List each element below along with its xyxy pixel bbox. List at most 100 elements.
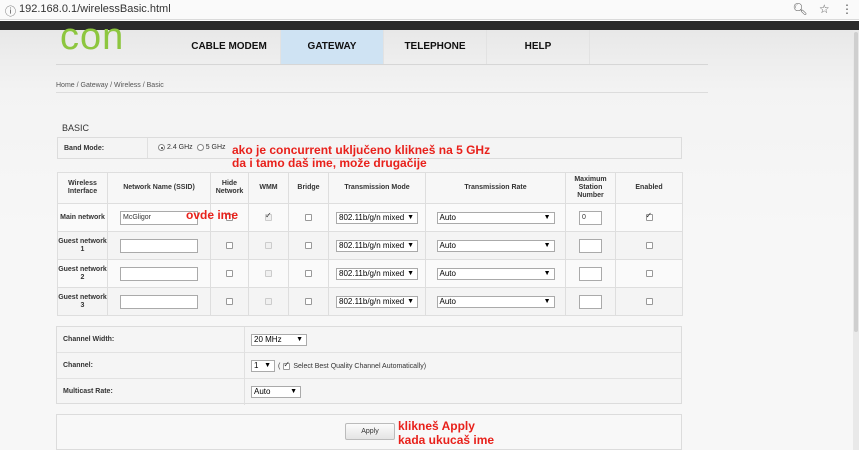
tab-help[interactable]: HELP [487,30,590,64]
enabled-checkbox[interactable] [645,241,653,249]
annotation-top-line2: da i tamo daš ime, može drugačije [232,156,427,170]
apply-button[interactable]: Apply [345,423,395,440]
main-nav: CABLE MODEM GATEWAY TELEPHONE HELP [178,30,590,64]
row-label: Guest network 2 [57,259,108,288]
chevron-down-icon: ▼ [407,269,414,277]
zoom-icon[interactable]: 🔍︎ [792,2,807,16]
browser-address-bar: ⓘ 192.168.0.1/wirelessBasic.html 🔍︎ ☆ ⋮ [0,0,859,20]
row-label: Guest network 3 [57,287,108,316]
header-bridge: Bridge [288,172,329,204]
star-icon[interactable]: ☆ [819,2,830,16]
channel-select[interactable]: 1 ▼ [251,360,275,372]
bridge-checkbox[interactable] [305,269,312,277]
bridge-checkbox[interactable] [305,297,312,305]
row-label: Guest network 1 [57,231,108,260]
table-row: Guest network 3 802.11b/g/n mixed ▼ Auto ▼ [57,287,683,316]
chevron-down-icon: ▼ [543,241,551,249]
wmm-checkbox[interactable] [265,241,272,249]
header-iface: Wireless Interface [57,172,108,204]
max-station-input[interactable]: 0 [579,210,602,225]
chevron-down-icon: ▼ [543,213,551,221]
multicast-row: Multicast Rate: Auto ▼ [57,379,681,405]
bridge-checkbox[interactable] [305,213,312,221]
header-enabled: Enabled [615,172,683,204]
transmission-rate-select[interactable]: Auto ▼ [436,295,555,308]
max-station-input[interactable] [579,266,602,281]
header-hide: Hide Network [210,172,249,204]
transmission-mode-select[interactable]: 802.11b/g/n mixed ▼ [336,239,418,252]
wireless-interface-table: Wireless Interface Network Name (SSID) H… [57,172,683,316]
menu-icon[interactable]: ⋮ [841,2,853,16]
chevron-down-icon: ▼ [290,388,297,395]
annotation-apply-line2: kada ukucaš ime [398,433,495,447]
annotation-apply-line1: klikneš Apply [398,419,475,433]
transmission-mode-select[interactable]: 802.11b/g/n mixed ▼ [336,295,418,308]
table-row: Guest network 1 802.11b/g/n mixed ▼ Auto ▼ [57,231,683,260]
tab-gateway[interactable]: GATEWAY [281,30,384,64]
header-mode: Transmission Mode [328,172,426,204]
header-wmm: WMM [248,172,289,204]
chevron-down-icon: ▼ [407,241,414,249]
ssid-input[interactable] [120,238,198,253]
channel-width-label: Channel Width: [63,336,115,343]
enabled-checkbox[interactable] [645,269,653,277]
transmission-mode-select[interactable]: 802.11b/g/n mixed ▼ [336,211,418,224]
header-rate: Transmission Rate [425,172,566,204]
hide-network-checkbox[interactable] [226,297,233,305]
breadcrumb: Home / Gateway / Wireless / Basic [56,82,164,89]
transmission-mode-select[interactable]: 802.11b/g/n mixed ▼ [336,267,418,280]
channel-label: Channel: [63,362,93,369]
chevron-down-icon: ▼ [296,336,303,343]
max-station-input[interactable] [579,294,602,309]
chevron-down-icon: ▼ [407,297,414,305]
table-row: Main network McGligor 802.11b/g/n mixed▼… [57,203,683,232]
chevron-down-icon: ▼ [543,297,551,305]
url-text[interactable]: 192.168.0.1/wirelessBasic.html [19,3,171,15]
channel-settings: Channel Width: 20 MHz▼ Channel: 1▼ ( Sel… [56,326,682,405]
bridge-checkbox[interactable] [305,241,312,249]
band-mode-label: Band Mode: [64,145,105,152]
channel-width-row: Channel Width: 20 MHz ▼ [57,327,681,353]
ssid-input[interactable] [120,294,198,309]
hide-network-checkbox[interactable] [226,269,233,277]
ssid-input[interactable] [120,266,198,281]
tab-telephone[interactable]: TELEPHONE [384,30,487,64]
wmm-checkbox[interactable] [265,269,272,277]
radio-5ghz[interactable] [196,144,204,151]
transmission-rate-select[interactable]: Auto ▼ [436,239,555,252]
max-station-input[interactable] [579,238,602,253]
header-stripe [0,21,859,30]
scrollbar-thumb[interactable] [854,32,858,332]
radio-24ghz[interactable] [158,144,165,151]
logo: con [60,16,125,58]
wmm-checkbox[interactable] [265,297,272,305]
multicast-rate-select[interactable]: Auto ▼ [251,386,301,398]
enabled-checkbox[interactable] [645,211,653,221]
channel-row: Channel: 1▼ ( Select Best Quality Channe… [57,353,681,379]
apply-section: Apply [56,414,682,450]
band-option-24[interactable]: 2.4 GHz [158,144,193,151]
auto-channel-checkbox[interactable] [283,360,291,370]
header-ssid: Network Name (SSID) [107,172,211,204]
chevron-down-icon: ▼ [543,269,551,277]
nav-underline [56,64,708,65]
band-option-5[interactable]: 5 GHz [196,144,226,151]
wmm-checkbox[interactable] [265,211,272,221]
chevron-down-icon: ▼ [264,362,271,369]
header-max: Maximum Station Number [565,172,616,204]
transmission-rate-select[interactable]: Auto ▼ [436,267,555,280]
transmission-rate-select[interactable]: Auto ▼ [436,211,555,224]
enabled-checkbox[interactable] [645,297,653,305]
row-label: Main network [57,203,108,232]
multicast-label: Multicast Rate: [63,388,113,395]
auto-channel-label: Select Best Quality Channel Automaticall… [293,362,424,370]
table-row: Guest network 2 802.11b/g/n mixed ▼ Auto ▼ [57,259,683,288]
tab-cable-modem[interactable]: CABLE MODEM [178,30,281,64]
section-title: BASIC [62,123,90,133]
annotation-ovde-ime: ovde ime [186,208,239,222]
table-header-row: Wireless Interface Network Name (SSID) H… [57,172,683,204]
divider [56,92,708,93]
hide-network-checkbox[interactable] [226,241,233,249]
channel-width-select[interactable]: 20 MHz ▼ [251,334,307,346]
info-icon[interactable]: ⓘ [5,3,16,19]
